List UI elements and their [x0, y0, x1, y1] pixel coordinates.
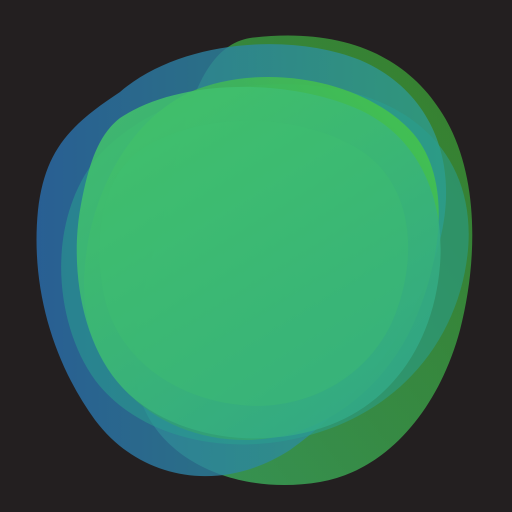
- inner-overlay-blob: [99, 120, 409, 406]
- overlapping-blobs-graphic: [36, 35, 473, 486]
- app-icon: [0, 0, 512, 512]
